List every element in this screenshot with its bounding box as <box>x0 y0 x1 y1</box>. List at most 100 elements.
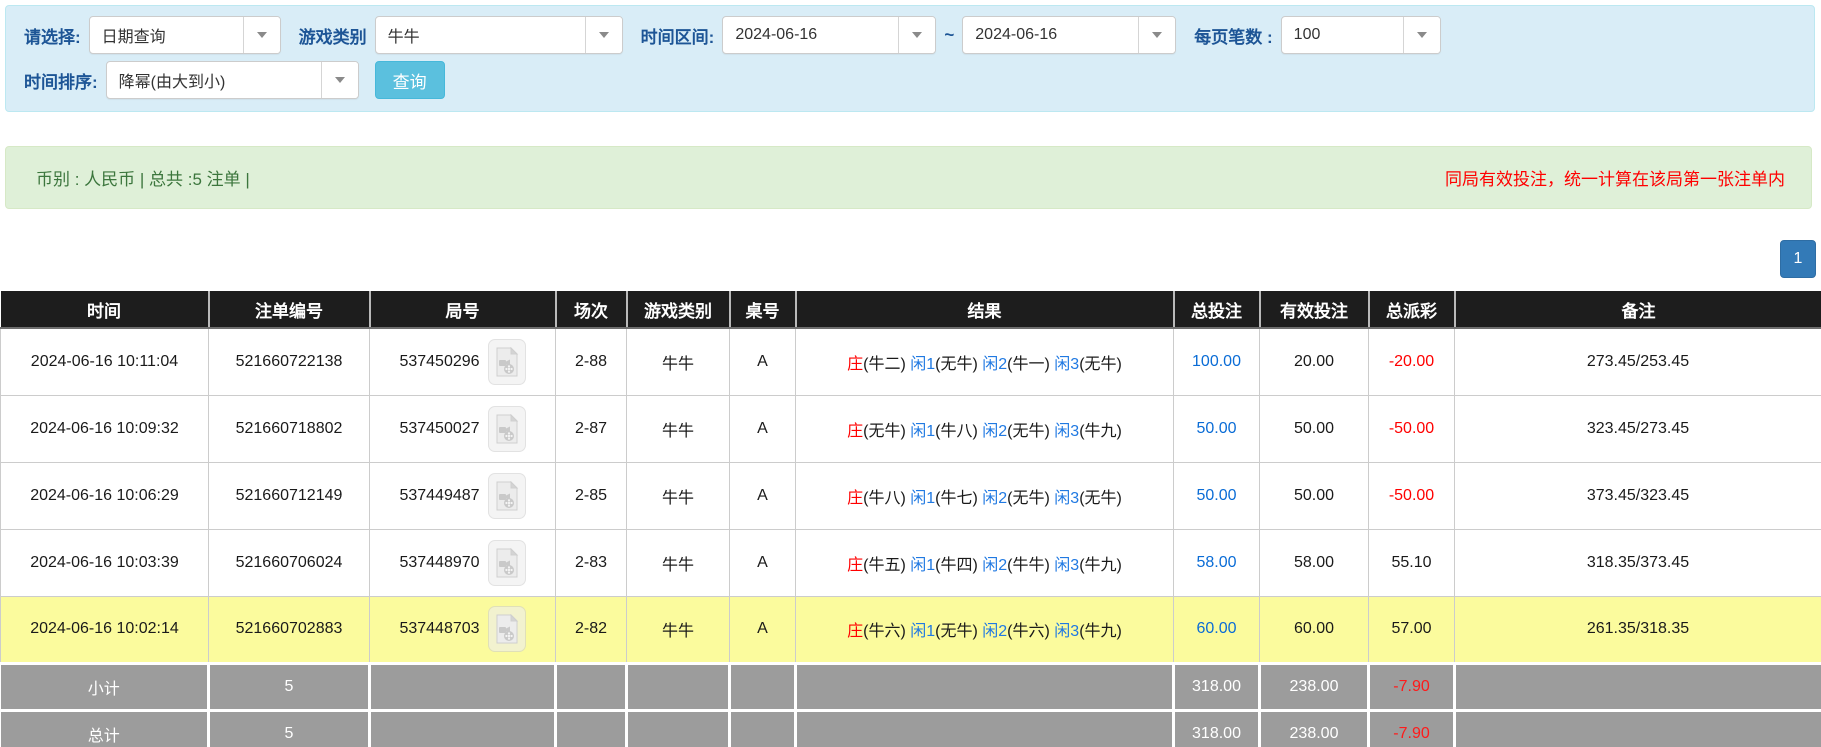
cell-time: 2024-06-16 10:03:39 <box>1 529 209 596</box>
total-row-label: 总计 <box>1 710 209 747</box>
summary-bar: 币别 : 人民币 | 总共 :5 注单 | 同局有效投注，统一计算在该局第一张注… <box>5 146 1812 209</box>
result-banker-label: 庄 <box>847 490 863 507</box>
cell-round-no: 537448703 <box>370 596 556 663</box>
column-header-0: 时间 <box>1 291 209 328</box>
result-player-label: 闲3 <box>1054 356 1079 373</box>
cell-game-type: 牛牛 <box>627 529 730 596</box>
round-no-text: 537448970 <box>399 554 479 572</box>
result-player-value: (无牛) <box>935 356 982 373</box>
query-type-select[interactable]: 日期查询 <box>89 16 281 54</box>
result-player-value: (牛六) <box>1007 623 1054 640</box>
date-from-select[interactable]: 2024-06-16 <box>722 16 936 54</box>
pagination: 1 <box>0 209 1821 278</box>
cell-payout: -50.00 <box>1369 395 1455 462</box>
total-row-count: 5 <box>209 710 370 747</box>
game-type-select[interactable]: 牛牛 <box>375 16 623 54</box>
total-row-valid-bet: 238.00 <box>1260 710 1369 747</box>
cell-total-bet: 50.00 <box>1174 395 1260 462</box>
cell-time: 2024-06-16 10:09:32 <box>1 395 209 462</box>
sort-value: 降幂(由大到小) <box>107 68 321 92</box>
sort-select[interactable]: 降幂(由大到小) <box>106 61 359 99</box>
chevron-down-icon[interactable] <box>1138 17 1175 53</box>
subtotal-row-payout: -7.90 <box>1369 663 1455 710</box>
table-row: 2024-06-16 10:06:29521660712149537449487… <box>1 462 1821 529</box>
table-header: 时间注单编号局号场次游戏类别桌号结果总投注有效投注总派彩备注 <box>1 291 1821 328</box>
cell-total-bet: 100.00 <box>1174 328 1260 395</box>
page-button-1[interactable]: 1 <box>1780 240 1816 278</box>
caret-glyph <box>1417 32 1427 38</box>
video-replay-button[interactable] <box>488 606 526 652</box>
cell-game-type: 牛牛 <box>627 328 730 395</box>
cell-valid-bet: 20.00 <box>1260 328 1369 395</box>
result-player-label: 闲1 <box>910 356 935 373</box>
page-size-label: 每页笔数 : <box>1194 23 1272 48</box>
video-icon <box>495 614 519 644</box>
cell-game-type: 牛牛 <box>627 596 730 663</box>
chevron-down-icon[interactable] <box>243 17 280 53</box>
result-player-value: (牛一) <box>1007 356 1054 373</box>
result-player-label: 闲1 <box>910 557 935 574</box>
cell-game-type: 牛牛 <box>627 462 730 529</box>
video-replay-button[interactable] <box>488 406 526 452</box>
total-row-empty <box>370 710 556 747</box>
column-header-5: 桌号 <box>730 291 796 328</box>
result-banker-value: (牛八) <box>863 490 910 507</box>
total-row-empty <box>796 710 1174 747</box>
cell-bet-no: 521660712149 <box>209 462 370 529</box>
column-header-1: 注单编号 <box>209 291 370 328</box>
subtotal-row-count: 5 <box>209 663 370 710</box>
subtotal-row-empty <box>796 663 1174 710</box>
table-row: 2024-06-16 10:11:04521660722138537450296… <box>1 328 1821 395</box>
result-player-value: (无牛) <box>1079 490 1122 507</box>
result-player-label: 闲1 <box>910 490 935 507</box>
game-type-value: 牛牛 <box>376 23 585 47</box>
cell-session: 2-87 <box>556 395 627 462</box>
total-row-empty <box>730 710 796 747</box>
video-replay-button[interactable] <box>488 473 526 519</box>
result-banker-value: (牛五) <box>863 557 910 574</box>
cell-bet-no: 521660722138 <box>209 328 370 395</box>
cell-session: 2-83 <box>556 529 627 596</box>
cell-bet-no: 521660702883 <box>209 596 370 663</box>
result-player-value: (牛八) <box>935 423 982 440</box>
result-banker-label: 庄 <box>847 557 863 574</box>
cell-valid-bet: 50.00 <box>1260 462 1369 529</box>
result-banker-label: 庄 <box>847 423 863 440</box>
cell-total-bet: 58.00 <box>1174 529 1260 596</box>
video-replay-button[interactable] <box>488 540 526 586</box>
result-player-label: 闲2 <box>982 557 1007 574</box>
total-row-total-bet: 318.00 <box>1174 710 1260 747</box>
result-banker-value: (无牛) <box>863 423 910 440</box>
cell-table-no: A <box>730 462 796 529</box>
total-row-empty <box>1455 710 1821 747</box>
chevron-down-icon[interactable] <box>1403 17 1440 53</box>
table-row: 2024-06-16 10:03:39521660706024537448970… <box>1 529 1821 596</box>
chevron-down-icon[interactable] <box>898 17 935 53</box>
chevron-down-icon[interactable] <box>321 62 358 98</box>
total-row-empty <box>556 710 627 747</box>
result-player-value: (牛七) <box>935 490 982 507</box>
page-size-select[interactable]: 100 <box>1281 16 1441 54</box>
game-type-label: 游戏类别 <box>299 23 367 48</box>
round-no-wrap: 537448970 <box>370 540 555 586</box>
search-button[interactable]: 查询 <box>375 61 445 99</box>
caret-glyph <box>1152 32 1162 38</box>
cell-session: 2-88 <box>556 328 627 395</box>
chevron-down-icon[interactable] <box>585 17 622 53</box>
result-player-value: (无牛) <box>935 623 982 640</box>
result-player-value: (无牛) <box>1007 423 1054 440</box>
cell-time: 2024-06-16 10:11:04 <box>1 328 209 395</box>
date-to-value: 2024-06-16 <box>963 26 1138 44</box>
result-player-value: (牛牛) <box>1007 557 1054 574</box>
video-icon <box>495 414 519 444</box>
date-to-select[interactable]: 2024-06-16 <box>962 16 1176 54</box>
subtotal-row-empty <box>1455 663 1821 710</box>
currency-summary-text: 币别 : 人民币 | 总共 :5 注单 | <box>36 165 250 190</box>
result-player-label: 闲3 <box>1054 490 1079 507</box>
cell-result: 庄(牛五) 闲1(牛四) 闲2(牛牛) 闲3(牛九) <box>796 529 1174 596</box>
total-row: 总计5318.00238.00-7.90 <box>1 710 1821 747</box>
video-replay-button[interactable] <box>488 339 526 385</box>
cell-remark: 323.45/273.45 <box>1455 395 1821 462</box>
result-player-label: 闲1 <box>910 623 935 640</box>
cell-total-bet: 60.00 <box>1174 596 1260 663</box>
